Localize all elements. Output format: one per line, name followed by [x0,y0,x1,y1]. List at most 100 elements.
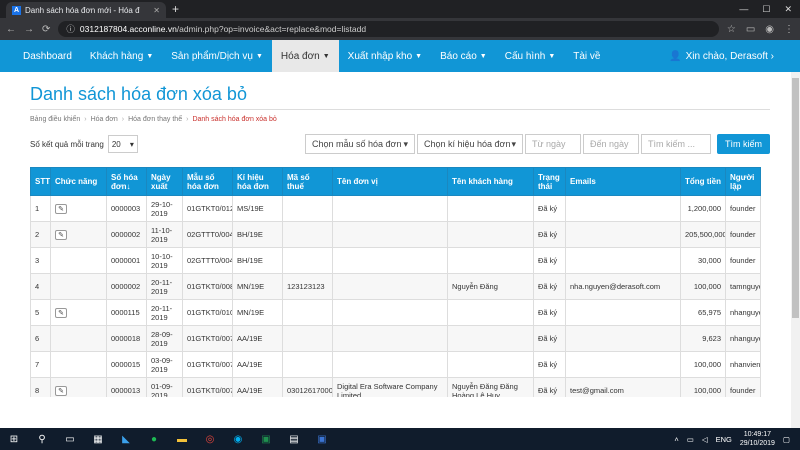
nav-download[interactable]: Tài về [564,40,609,72]
nav-invoices[interactable]: Hóa đơn ▼ [271,40,339,72]
table-cell: 0000002 [106,273,147,300]
table-cell: 20-11-2019 [146,273,183,300]
terminal-icon[interactable]: ▤ [280,428,308,450]
vscode-icon[interactable]: ◣ [112,428,140,450]
user-menu[interactable]: 👤 Xin chào, Derasoft › [669,40,800,72]
col-header[interactable]: Tổng tiền [680,167,726,196]
notification-icon[interactable]: ▢ [783,435,790,444]
task-view-icon[interactable]: ▭ [56,428,84,450]
table-cell: MN/19E [232,273,283,300]
extension-icon[interactable]: ◉ [765,24,774,35]
table-cell: Đã ký [533,325,566,352]
menu-icon[interactable]: ⋮ [784,24,794,35]
forward-icon[interactable]: → [24,24,34,35]
network-icon[interactable]: ▭ [687,435,694,444]
chevron-up-icon[interactable]: ˄ [674,435,678,444]
url-field[interactable]: ⓘ 0312187804.acconline.vn/admin.php?op=i… [58,21,719,37]
col-header[interactable]: Chức năng [50,167,107,196]
perpage-select[interactable]: 20 ▾ [107,135,138,153]
nav-reports[interactable]: Báo cáo ▼ [431,40,496,72]
table-cell: Đã ký [533,377,566,397]
file-explorer-icon[interactable]: ▬ [168,428,196,450]
volume-icon[interactable]: ◁ [702,435,708,444]
table-cell: MN/19E [232,299,283,326]
col-header[interactable]: Emails [565,167,681,196]
col-header[interactable]: Số hóa đơn↓ [106,167,147,196]
nav-customers[interactable]: Khách hàng ▼ [81,40,162,72]
edit-icon[interactable]: ✎ [55,307,67,318]
nav-settings[interactable]: Cấu hình ▼ [496,40,565,72]
breadcrumb-item[interactable]: Hóa đơn [91,116,118,123]
table-cell: Đã ký [533,273,566,300]
search-icon[interactable]: ⚲ [28,428,56,450]
table-cell [565,299,681,326]
page-scrollbar[interactable] [791,72,800,428]
skype-icon[interactable]: ◉ [224,428,252,450]
windows-start-icon[interactable]: ⊞ [0,428,28,450]
table-cell: 01GTKT0/007 [182,377,233,397]
cast-icon[interactable]: ▭ [746,24,755,35]
search-input[interactable]: Tìm kiếm ... [641,134,711,154]
col-header[interactable]: STT [30,167,51,196]
table-cell: ✎ [50,221,107,248]
col-header[interactable]: Trạng thái [533,167,566,196]
star-icon[interactable]: ☆ [727,24,736,35]
breadcrumb-item[interactable]: Hóa đơn thay thế [128,116,182,123]
to-date-input[interactable]: Đến ngày [583,134,639,154]
table-wrapper: STT Chức năng Số hóa đơn↓ Ngày xuất Mẫu … [30,167,770,397]
table-row: 1 ✎ 0000003 29-10-2019 01GTKT0/012 MS/19E Đã k… [30,195,761,222]
breadcrumb-item[interactable]: Bảng điều khiển [30,116,80,123]
nav-label: Khách hàng [89,50,144,62]
col-header[interactable]: Ngày xuất [146,167,183,196]
perpage-label: Số kết quả mỗi trang [30,139,104,149]
from-date-input[interactable]: Từ ngày [525,134,581,154]
table-header-row: STT Chức năng Số hóa đơn↓ Ngày xuất Mẫu … [30,167,761,196]
close-tab-icon[interactable]: ✕ [153,6,160,15]
edit-icon[interactable]: ✎ [55,385,67,396]
new-tab-icon[interactable]: + [166,2,185,18]
url-path: /admin.php?op=invoice&act=replace&mod=li… [176,24,367,34]
clock[interactable]: 10:49:17 29/10/2019 [740,430,775,448]
spotify-icon[interactable]: ● [140,428,168,450]
edit-icon[interactable]: ✎ [55,203,67,214]
reload-icon[interactable]: ⟳ [42,24,50,35]
symbol-select[interactable]: Chọn kí hiệu hóa đơn ▾ [417,134,523,154]
table-cell: 02GTTT0/004 [182,247,233,274]
col-header[interactable]: Tên đơn vị [332,167,448,196]
caret-down-icon: ▼ [322,52,330,60]
back-icon[interactable]: ← [6,24,16,35]
calculator-icon[interactable]: ▦ [84,428,112,450]
page-title: Danh sách hóa đơn xóa bỏ [30,72,770,110]
language-indicator[interactable]: ENG [716,435,732,444]
table-cell [447,195,534,222]
col-header[interactable]: Tên khách hàng [447,167,534,196]
maximize-icon[interactable]: ☐ [762,4,770,15]
browser-tab[interactable]: A Danh sách hóa đơn mới - Hóa đ ✕ [6,2,166,18]
col-header[interactable]: Mã số thuế [282,167,333,196]
search-button[interactable]: Tìm kiếm [717,134,770,154]
chevron-down-icon: ▾ [129,139,134,149]
col-header[interactable]: Kí hiệu hóa đơn [232,167,283,196]
info-icon[interactable]: ⓘ [66,23,75,35]
nav-dashboard[interactable]: Dashboard [14,40,81,72]
edit-icon[interactable]: ✎ [55,229,67,240]
table-cell: founder [725,221,761,248]
col-header[interactable]: Người lập [725,167,761,196]
close-window-icon[interactable]: ✕ [784,4,792,15]
table-cell: Nguyễn Đăng [447,273,534,300]
word-icon[interactable]: ▣ [308,428,336,450]
table-cell [332,221,448,248]
excel-icon[interactable]: ▣ [252,428,280,450]
table-cell [447,247,534,274]
template-select[interactable]: Chọn mẫu số hóa đơn ▾ [305,134,415,154]
table-cell: 03012617000 [282,377,333,397]
table-cell: 03-09-2019 [146,351,183,378]
nav-warehouse[interactable]: Xuất nhập kho ▼ [339,40,431,72]
chrome-icon[interactable]: ◎ [196,428,224,450]
table-cell: 28-09-2019 [146,325,183,352]
minimize-icon[interactable]: — [739,4,748,14]
table-row: 5 ✎ 0000115 20-11-2019 01GTKT0/010 MN/19E Đã k… [30,299,761,326]
col-header[interactable]: Mẫu số hóa đơn [182,167,233,196]
nav-products[interactable]: Sản phẩm/Dịch vụ ▼ [162,40,272,72]
scrollbar-thumb[interactable] [792,78,799,318]
